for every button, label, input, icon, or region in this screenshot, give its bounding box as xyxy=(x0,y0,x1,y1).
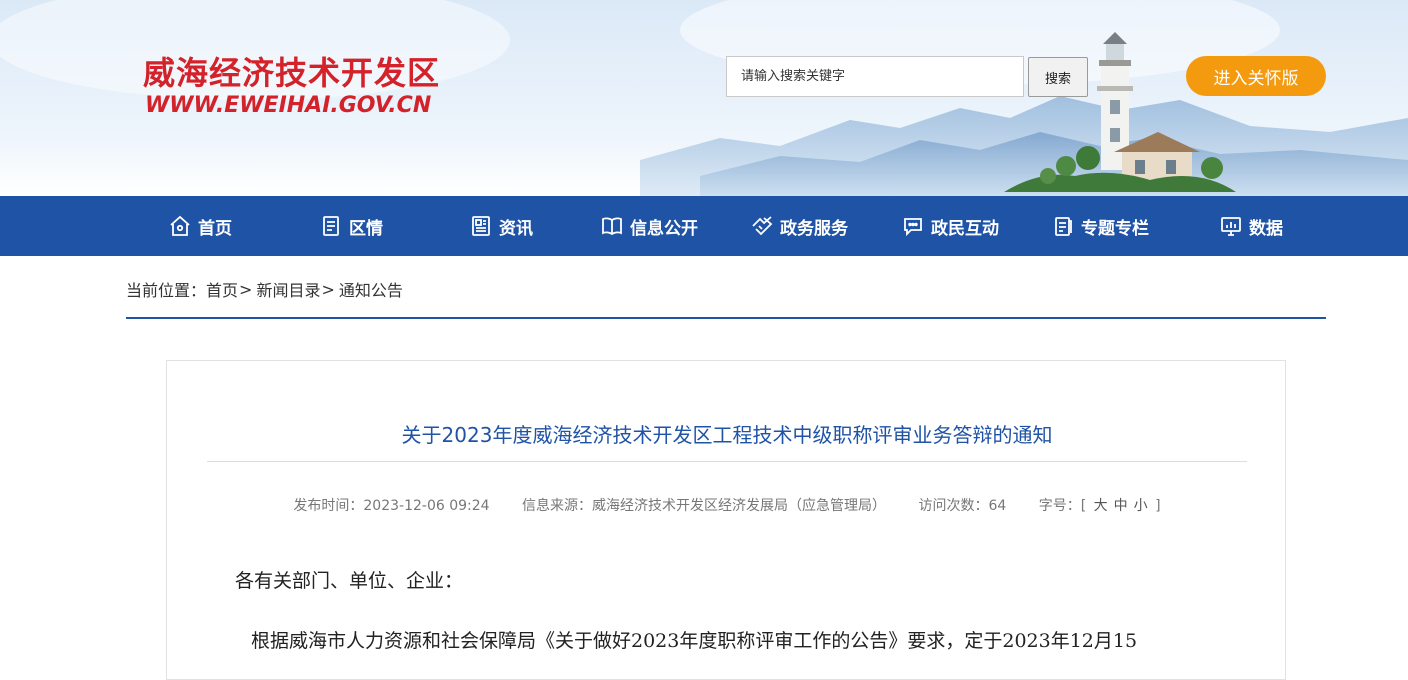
font-size-small-button[interactable]: 小 xyxy=(1134,498,1148,514)
publish-time-label: 发布时间： xyxy=(293,498,364,514)
care-mode-button[interactable]: 进入关怀版 xyxy=(1186,56,1326,96)
nav-item-news[interactable]: 资讯 xyxy=(468,196,533,256)
nav-item-district[interactable]: 区情 xyxy=(318,196,383,256)
book-icon xyxy=(599,213,625,239)
newspaper-icon xyxy=(468,213,494,239)
nav-item-label: 区情 xyxy=(349,218,383,239)
site-url: WWW.EWEIHAI.GOV.CN xyxy=(145,93,432,118)
visit-count: 访问次数：64 xyxy=(918,498,1006,514)
nav-item-label: 资讯 xyxy=(499,218,533,239)
breadcrumb-separator: > xyxy=(239,279,253,299)
font-size-bracket-open: [ xyxy=(1080,498,1087,514)
info-source-label: 信息来源： xyxy=(522,498,593,514)
font-size-large-button[interactable]: 大 xyxy=(1094,498,1108,514)
home-icon xyxy=(167,213,193,239)
nav-item-gov-services[interactable]: 政务服务 xyxy=(749,196,848,256)
article-meta: 发布时间：2023-12-06 09:24 信息来源：威海经济技术开发区经济发展… xyxy=(167,495,1287,515)
breadcrumb-link-news-directory[interactable]: 新闻目录 xyxy=(256,277,320,301)
nav-item-label: 政民互动 xyxy=(931,218,999,239)
nav-item-label: 首页 xyxy=(198,218,232,239)
bar-chart-icon xyxy=(1218,213,1244,239)
info-source-value: 威海经济技术开发区经济发展局（应急管理局） xyxy=(592,498,887,514)
nav-item-special-topics[interactable]: 专题专栏 xyxy=(1050,196,1149,256)
article-paragraph: 根据威海市人力资源和社会保障局《关于做好2023年度职称评审工作的公告》要求，定… xyxy=(251,630,1138,652)
clipboard-icon xyxy=(1050,213,1076,239)
nav-item-label: 信息公开 xyxy=(630,218,698,239)
search-input[interactable] xyxy=(726,56,1024,97)
visit-count-value: 64 xyxy=(988,498,1007,514)
nav-item-label: 数据 xyxy=(1249,218,1283,239)
breadcrumb-prefix: 当前位置： xyxy=(126,281,207,300)
search-button[interactable]: 搜索 xyxy=(1028,57,1088,97)
visit-count-label: 访问次数： xyxy=(918,498,989,514)
site-header: 威海经济技术开发区 WWW.EWEIHAI.GOV.CN 搜索 进入关怀版 xyxy=(0,0,1408,196)
site-title: 威海经济技术开发区 xyxy=(143,54,441,92)
publish-time: 发布时间：2023-12-06 09:24 xyxy=(293,498,489,514)
nav-item-data[interactable]: 数据 xyxy=(1218,196,1283,256)
chat-icon xyxy=(900,213,926,239)
publish-time-value: 2023-12-06 09:24 xyxy=(363,498,490,514)
breadcrumb-link-home[interactable]: 首页 xyxy=(206,277,238,301)
article-salutation: 各有关部门、单位、企业： xyxy=(235,570,464,592)
handshake-icon xyxy=(749,213,775,239)
nav-item-info-disclosure[interactable]: 信息公开 xyxy=(599,196,698,256)
font-size-label: 字号： xyxy=(1038,498,1081,514)
title-divider xyxy=(207,461,1247,462)
article-container: 关于2023年度威海经济技术开发区工程技术中级职称评审业务答辩的通知 发布时间：… xyxy=(166,360,1286,680)
font-size-control: 字号：[ 大中小 ] xyxy=(1039,498,1161,514)
breadcrumb: 当前位置： 首页 > 新闻目录 > 通知公告 xyxy=(126,277,403,301)
breadcrumb-separator: > xyxy=(321,279,335,299)
nav-item-interaction[interactable]: 政民互动 xyxy=(900,196,999,256)
font-size-medium-button[interactable]: 中 xyxy=(1114,498,1128,514)
article-title: 关于2023年度威海经济技术开发区工程技术中级职称评审业务答辩的通知 xyxy=(401,423,1053,447)
breadcrumb-link-notices[interactable]: 通知公告 xyxy=(339,277,403,301)
font-size-bracket-close: ] xyxy=(1155,498,1161,514)
document-icon xyxy=(318,213,344,239)
nav-item-label: 专题专栏 xyxy=(1081,218,1149,239)
info-source: 信息来源：威海经济技术开发区经济发展局（应急管理局） xyxy=(522,498,886,514)
breadcrumb-divider xyxy=(126,317,1326,319)
main-nav: 首页 区情 资讯 信息公开 政务服务 政民互动 专题专栏 数据 xyxy=(0,196,1408,256)
nav-item-label: 政务服务 xyxy=(780,218,848,239)
nav-item-home[interactable]: 首页 xyxy=(167,196,232,256)
